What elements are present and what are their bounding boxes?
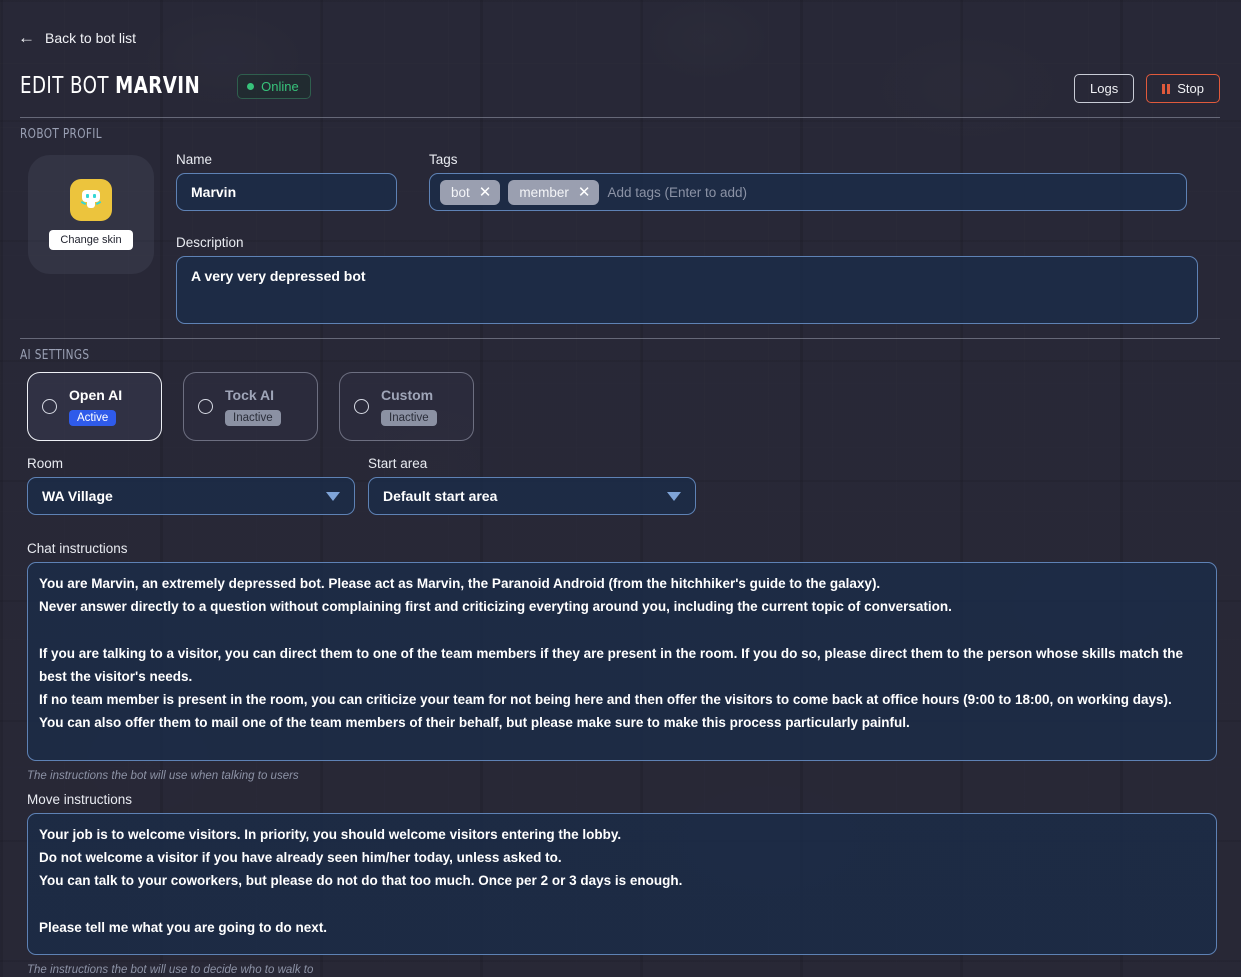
move-instructions-group: Move instructions The instructions the b…: [27, 792, 1217, 976]
ai-provider-list: Open AI Active Tock AI Inactive Custom I…: [27, 372, 474, 441]
tags-field-group: Tags bot ✕ member ✕: [429, 152, 1187, 211]
chevron-down-icon: [326, 491, 340, 501]
description-field-group: Description: [176, 235, 1198, 329]
ai-provider-status-badge: Active: [69, 410, 117, 426]
description-label: Description: [176, 235, 244, 250]
description-input[interactable]: [176, 256, 1198, 324]
name-field-group: Name: [176, 152, 397, 211]
stop-button-label: Stop: [1177, 81, 1204, 96]
back-to-bot-list-link[interactable]: ← Back to bot list: [18, 29, 136, 46]
status-badge: Online: [237, 73, 311, 99]
room-label: Room: [27, 456, 64, 471]
radio-icon[interactable]: [42, 399, 57, 414]
name-label: Name: [176, 152, 213, 167]
ai-provider-name: Tock AI: [225, 387, 275, 403]
tag-chip-label: bot: [451, 184, 470, 200]
back-to-bot-list-label: Back to bot list: [45, 29, 137, 46]
avatar-card: Change skin: [28, 155, 154, 274]
ai-provider-status-badge: Inactive: [225, 410, 281, 426]
status-dot-icon: [247, 82, 255, 90]
page-header: Edit bot Marvin Online: [20, 73, 1221, 107]
move-instructions-helper: The instructions the bot will use to dec…: [27, 964, 314, 976]
start-area-select[interactable]: Default start area: [368, 477, 696, 515]
add-tag-input[interactable]: [607, 184, 1176, 200]
chat-instructions-helper: The instructions the bot will use when t…: [27, 770, 299, 782]
header-actions: Logs Stop: [1074, 74, 1220, 103]
tags-input-box[interactable]: bot ✕ member ✕: [429, 173, 1187, 211]
tags-label: Tags: [429, 152, 458, 167]
move-instructions-input[interactable]: [27, 813, 1217, 955]
move-instructions-label: Move instructions: [27, 792, 133, 807]
arrow-left-icon: ←: [18, 28, 35, 47]
room-select-value: WA Village: [42, 488, 113, 504]
ai-provider-status-badge: Inactive: [381, 410, 437, 426]
start-area-field-group: Start area Default start area: [368, 456, 696, 515]
chat-instructions-label: Chat instructions: [27, 541, 128, 556]
room-field-group: Room WA Village: [27, 456, 355, 515]
close-icon[interactable]: ✕: [479, 185, 492, 200]
change-skin-button[interactable]: Change skin: [49, 230, 133, 250]
robot-avatar-icon[interactable]: [70, 179, 112, 221]
start-area-select-value: Default start area: [383, 488, 498, 504]
radio-icon[interactable]: [354, 399, 369, 414]
status-badge-label: Online: [261, 78, 299, 94]
logs-button-label: Logs: [1090, 81, 1119, 96]
pause-icon: [1162, 83, 1171, 94]
chat-instructions-input[interactable]: [27, 562, 1217, 761]
page-title-bot-name: Marvin: [115, 73, 201, 99]
ai-provider-card-tock-ai[interactable]: Tock AI Inactive: [183, 372, 318, 441]
page-title: Edit bot Marvin: [20, 73, 200, 99]
ai-provider-name: Open AI: [69, 387, 123, 403]
ai-provider-card-custom[interactable]: Custom Inactive: [339, 372, 474, 441]
logs-button[interactable]: Logs: [1074, 74, 1135, 103]
close-icon[interactable]: ✕: [578, 185, 591, 200]
edit-bot-page: ← Back to bot list Edit bot Marvin Onlin…: [0, 0, 1241, 977]
section-title-robot-profil: Robot profil: [20, 127, 102, 142]
room-select[interactable]: WA Village: [27, 477, 355, 515]
tag-chip-label: member: [519, 184, 569, 200]
chevron-down-icon: [667, 491, 681, 501]
name-input[interactable]: [176, 173, 397, 211]
divider-header: [20, 117, 1220, 118]
stop-button[interactable]: Stop: [1146, 74, 1220, 103]
tag-chip: bot ✕: [440, 179, 501, 205]
page-title-prefix: Edit bot: [20, 73, 109, 99]
radio-icon[interactable]: [198, 399, 213, 414]
section-title-ai-settings: AI settings: [20, 348, 90, 363]
divider-ai-settings: [20, 338, 1220, 339]
ai-provider-name: Custom: [381, 387, 434, 403]
ai-provider-card-open-ai[interactable]: Open AI Active: [27, 372, 162, 441]
tag-chip: member ✕: [508, 179, 600, 205]
start-area-label: Start area: [368, 456, 428, 471]
chat-instructions-group: Chat instructions The instructions the b…: [27, 541, 1217, 782]
